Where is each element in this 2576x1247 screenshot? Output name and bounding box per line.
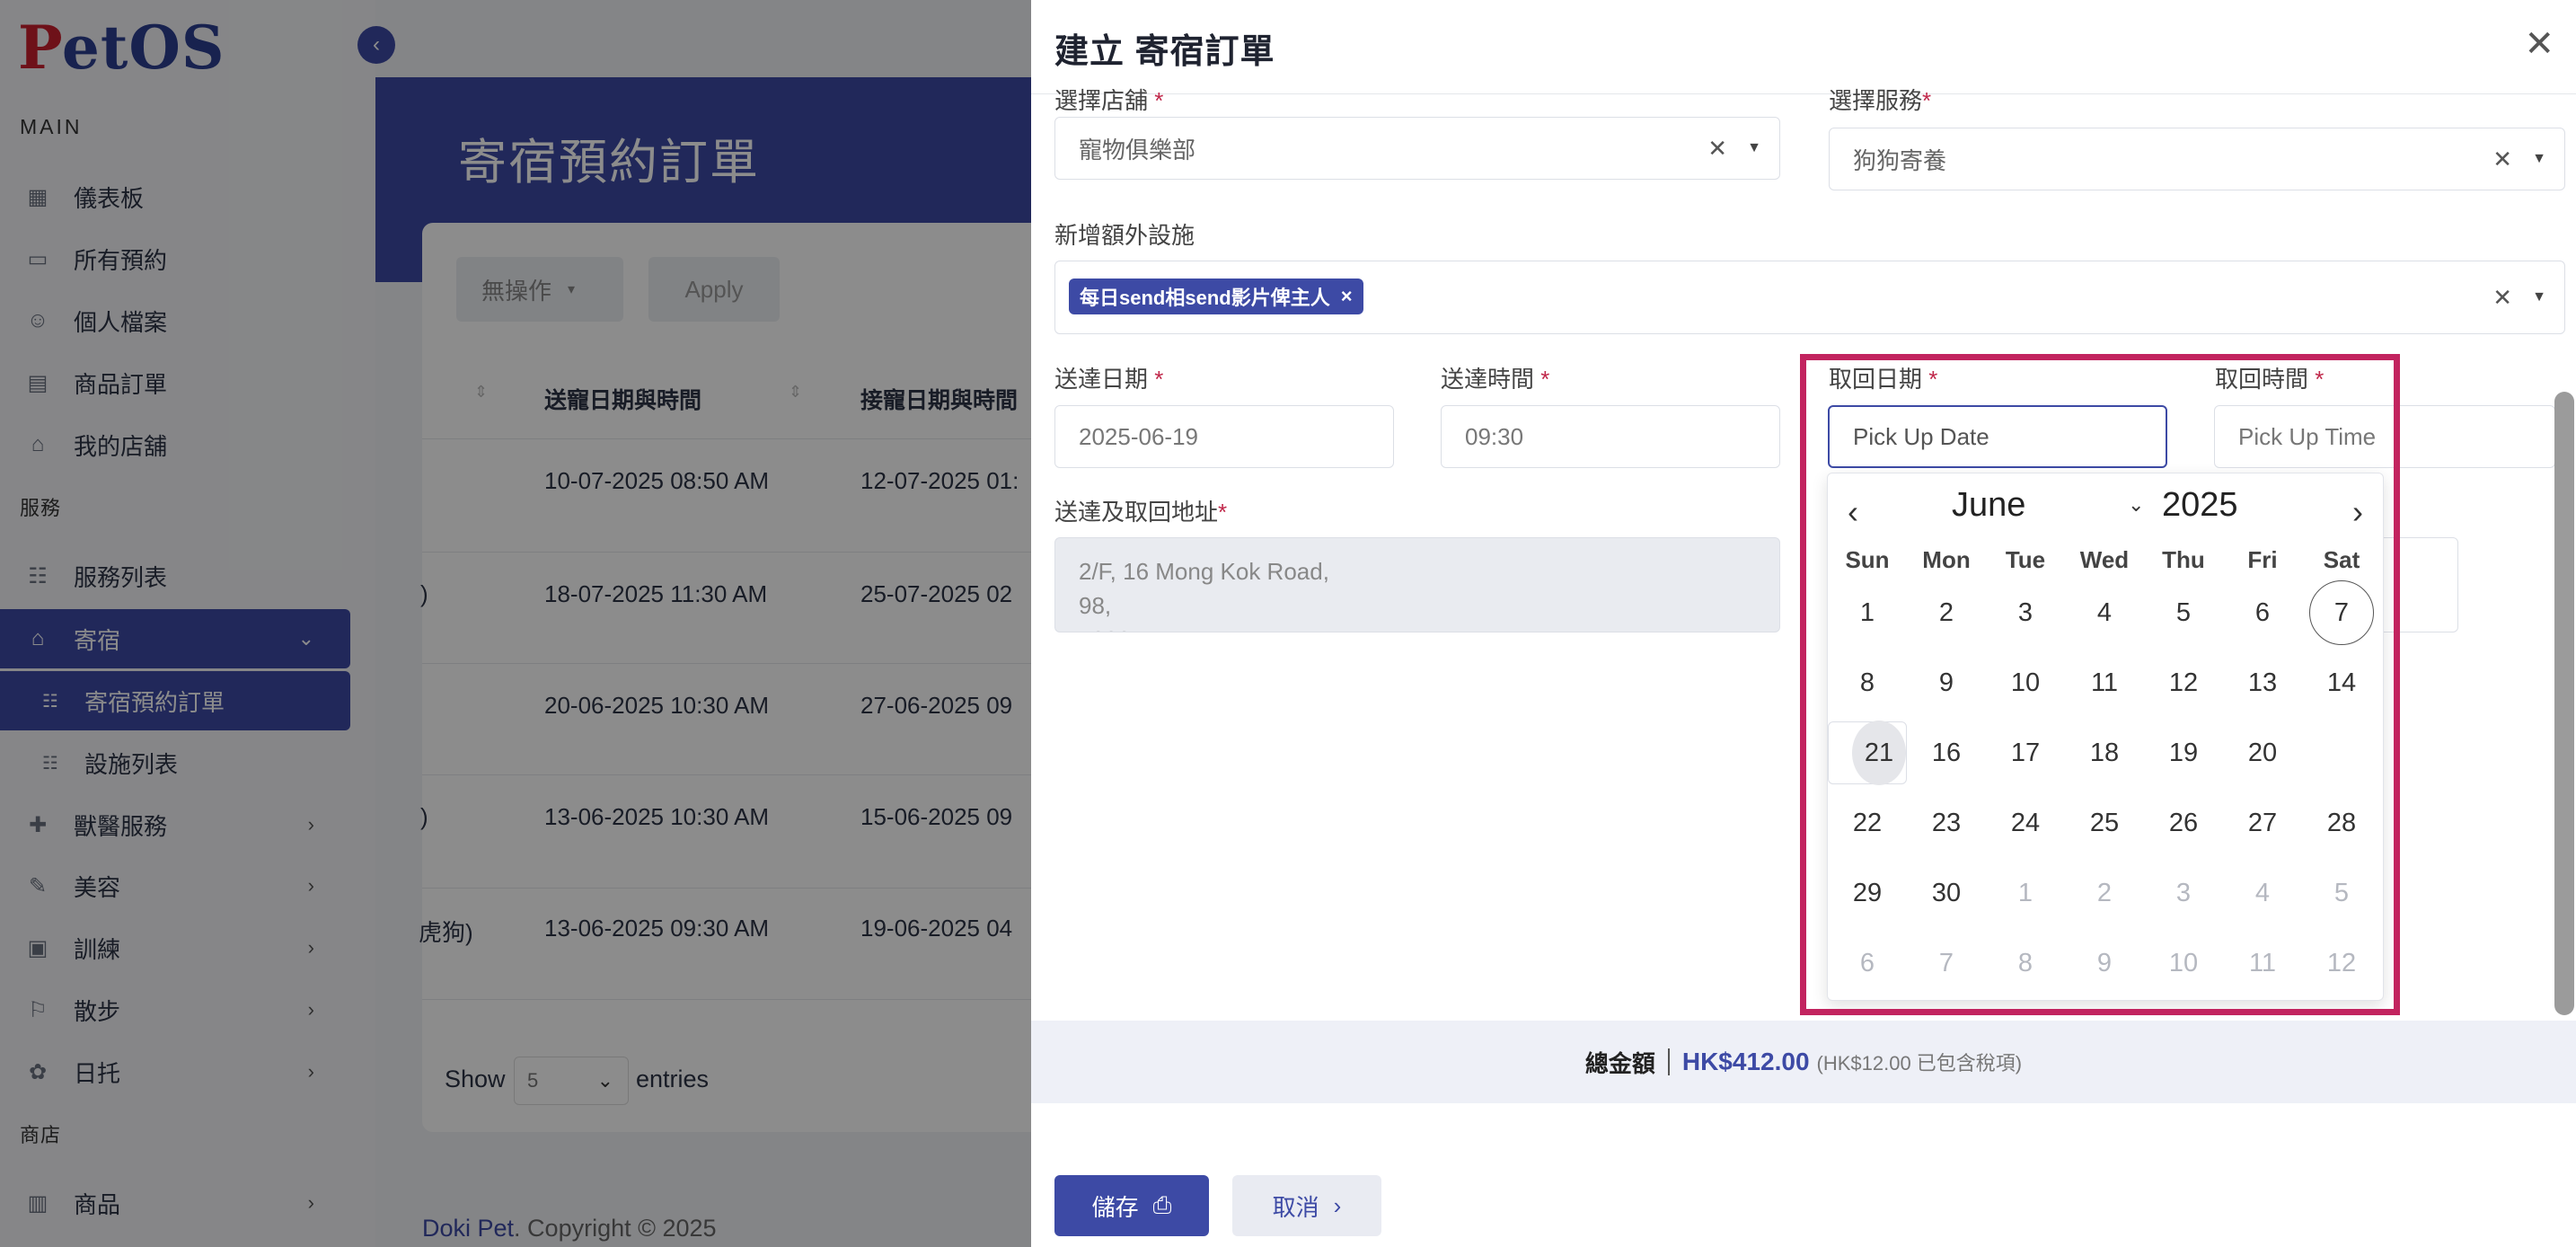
total-label: 總金額 — [1584, 1049, 1655, 1077]
address-textarea[interactable]: 2/F, 16 Mong Kok Road, 98, 1000 — [1054, 537, 1780, 632]
store-select[interactable]: 寵物俱樂部 ✕ ▼ — [1054, 117, 1780, 180]
facility-label: 新增額外設施 — [1054, 222, 1195, 249]
caret-down-icon: ▼ — [2532, 151, 2546, 166]
total-amount: HK$412.00 — [1681, 1048, 1810, 1075]
divider — [1667, 1048, 1670, 1075]
divider — [1031, 93, 2576, 94]
dropoff-date-input[interactable]: 2025-06-19 — [1054, 405, 1394, 468]
store-label: 選擇店舖 * — [1054, 87, 1164, 114]
save-icon: ⎙ — [1152, 1191, 1172, 1218]
drawer-title: 建立 寄宿訂單 — [1054, 33, 1275, 71]
save-button[interactable]: 儲存 ⎙ — [1054, 1175, 1209, 1236]
close-icon[interactable]: ✕ — [2524, 23, 2554, 65]
highlight-box — [1800, 354, 2400, 1015]
clear-icon[interactable]: ✕ — [2492, 146, 2512, 173]
clear-icon[interactable]: ✕ — [1707, 135, 1727, 163]
clear-icon[interactable]: ✕ — [2492, 284, 2512, 312]
dropoff-date-label: 送達日期 * — [1054, 366, 1164, 393]
dropoff-time-input[interactable]: 09:30 — [1441, 405, 1780, 468]
total-bar: 總金額 HK$412.00 (HK$12.00 已包含稅項) — [1031, 1021, 2576, 1103]
service-label: 選擇服務* — [1829, 87, 1932, 114]
facility-tag: 每日send相send影片俾主人 × — [1069, 279, 1363, 314]
service-select[interactable]: 狗狗寄養 ✕ ▼ — [1829, 128, 2565, 190]
dropoff-time-label: 送達時間 * — [1441, 366, 1550, 393]
remove-tag-icon[interactable]: × — [1341, 285, 1353, 308]
address-label: 送達及取回地址* — [1054, 499, 1228, 526]
cancel-button[interactable]: 取消 › — [1232, 1175, 1381, 1236]
caret-down-icon: ▼ — [2532, 289, 2546, 305]
tax-note: (HK$12.00 已包含稅項) — [1816, 1052, 2023, 1075]
create-boarding-order-drawer: 建立 寄宿訂單 ✕ 選擇店舖 * 寵物俱樂部 ✕ ▼ 選擇服務* 狗狗寄養 ✕ ▼ 新增… — [1031, 0, 2576, 1247]
caret-down-icon: ▼ — [1747, 140, 1761, 155]
chevron-right-icon: › — [1333, 1191, 1342, 1219]
modal-backdrop[interactable] — [0, 0, 1031, 1247]
scrollbar-thumb[interactable] — [2554, 392, 2574, 1015]
